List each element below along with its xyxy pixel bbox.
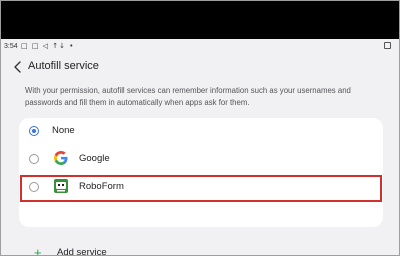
page-title: Autofill service bbox=[28, 60, 99, 72]
add-service-label: Add service bbox=[57, 247, 107, 256]
settings-screen: 3:54 □ □ ◁ ↑↓ • Autofill service With yo… bbox=[1, 39, 399, 255]
option-google[interactable]: Google bbox=[19, 146, 383, 174]
autofill-description: With your permission, autofill services … bbox=[25, 86, 351, 107]
roboform-highlight-box bbox=[20, 175, 382, 202]
option-label: None bbox=[52, 125, 75, 136]
add-service-button[interactable]: + Add service bbox=[19, 242, 219, 256]
chevron-left-icon[interactable] bbox=[10, 59, 26, 75]
radio-unselected-icon[interactable] bbox=[29, 154, 39, 164]
notification-icons: □ □ ◁ ↑↓ • bbox=[21, 42, 75, 50]
option-label: Google bbox=[79, 153, 110, 164]
screenshot-frame: 3:54 □ □ ◁ ↑↓ • Autofill service With yo… bbox=[0, 0, 400, 256]
status-bar: 3:54 □ □ ◁ ↑↓ • bbox=[1, 39, 399, 54]
google-icon bbox=[53, 150, 69, 166]
status-time: 3:54 bbox=[4, 43, 18, 50]
autofill-options-card: None Google RoboForm bbox=[19, 118, 383, 227]
screen-capture-icon bbox=[384, 42, 391, 49]
app-header: Autofill service bbox=[1, 56, 399, 78]
option-none[interactable]: None bbox=[19, 118, 383, 146]
radio-selected-icon[interactable] bbox=[29, 126, 39, 136]
plus-icon: + bbox=[34, 245, 42, 256]
black-top-bar bbox=[1, 1, 399, 39]
